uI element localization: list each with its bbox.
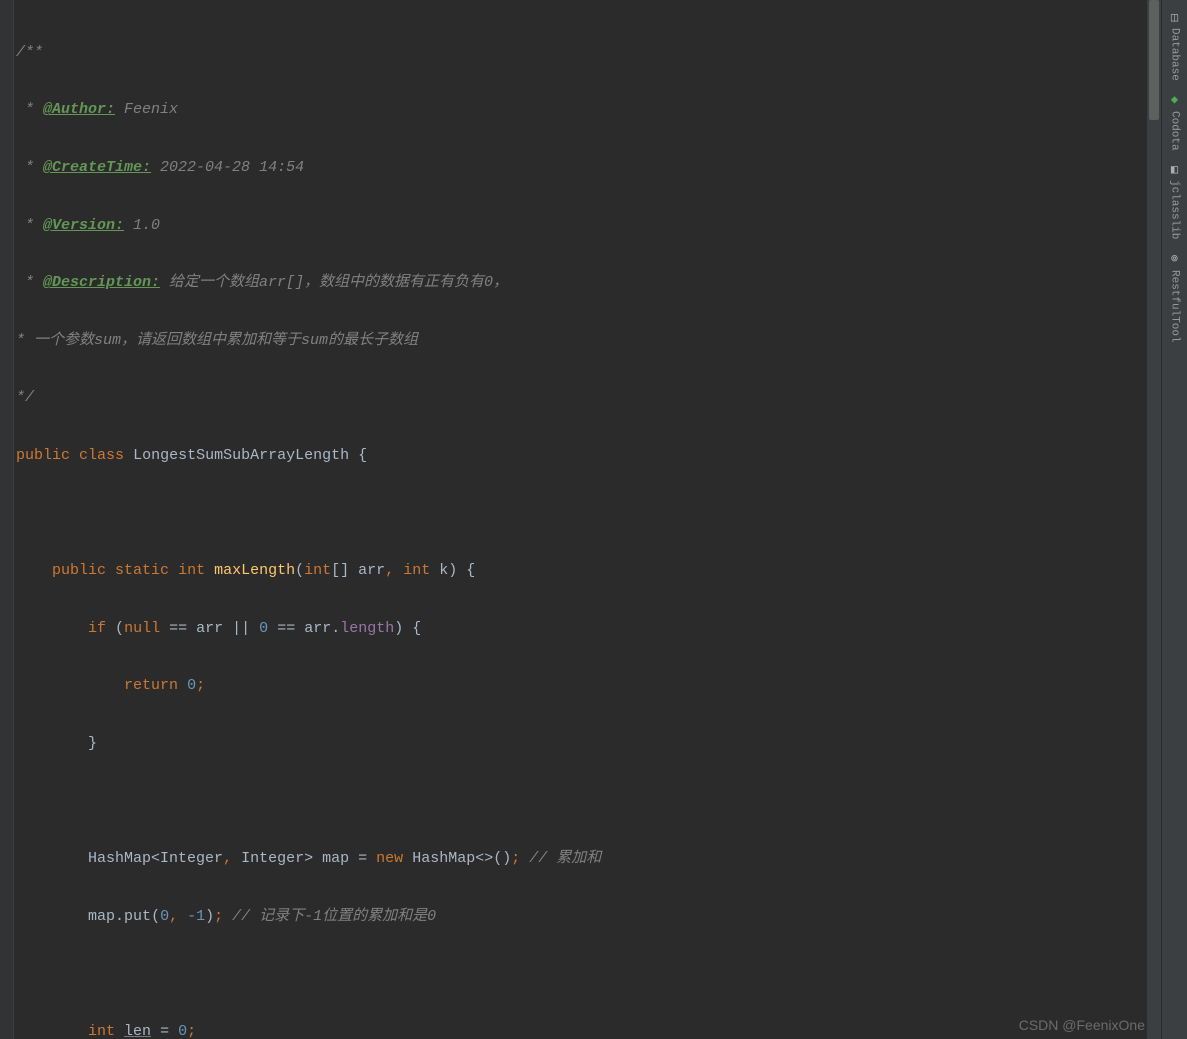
jclasslib-icon: ◧ (1168, 162, 1182, 176)
right-tool-sidebar: ◫ Database ◆ Codota ◧ jclasslib ⊚ Restfu… (1161, 0, 1187, 1039)
tool-restful[interactable]: ⊚ RestfulTool (1166, 248, 1184, 347)
tool-label: RestfulTool (1169, 270, 1181, 343)
doc-close: */ (16, 389, 34, 406)
codota-icon: ◆ (1168, 93, 1182, 107)
class-name: LongestSumSubArrayLength (133, 447, 349, 464)
tool-codota[interactable]: ◆ Codota (1166, 89, 1184, 155)
doc-version-tag: @Version: (43, 217, 124, 234)
doc-open: /** (16, 44, 43, 61)
database-icon: ◫ (1168, 10, 1182, 24)
comment-accum: // 累加和 (529, 850, 601, 867)
doc-desc-val: 给定一个数组arr[]，数组中的数据有正有负有0， (160, 274, 508, 291)
vertical-scrollbar[interactable] (1147, 0, 1161, 1039)
comment-record: // 记录下-1位置的累加和是0 (232, 908, 436, 925)
doc-version-val: 1.0 (124, 217, 160, 234)
doc-create-val: 2022-04-28 14:54 (151, 159, 304, 176)
doc-desc-line2: * 一个参数sum，请返回数组中累加和等于sum的最长子数组 (16, 332, 418, 349)
tool-label: jclasslib (1169, 180, 1181, 239)
doc-author-tag: @Author: (43, 101, 115, 118)
doc-desc-tag: @Description: (43, 274, 160, 291)
tool-database[interactable]: ◫ Database (1166, 6, 1184, 85)
tool-label: Database (1169, 28, 1181, 81)
tool-jclasslib[interactable]: ◧ jclasslib (1166, 158, 1184, 243)
watermark-text: CSDN @FeenixOne (1019, 1017, 1145, 1033)
tool-label: Codota (1169, 111, 1181, 151)
kw-class: class (79, 447, 124, 464)
code-editor[interactable]: /** * @Author: Feenix * @CreateTime: 202… (14, 0, 1147, 1039)
restful-icon: ⊚ (1168, 252, 1182, 266)
editor-gutter (0, 0, 14, 1039)
doc-create-tag: @CreateTime: (43, 159, 151, 176)
doc-author-val: Feenix (115, 101, 178, 118)
method-name: maxLength (214, 562, 295, 579)
kw-public: public (16, 447, 70, 464)
scrollbar-thumb[interactable] (1149, 0, 1159, 120)
